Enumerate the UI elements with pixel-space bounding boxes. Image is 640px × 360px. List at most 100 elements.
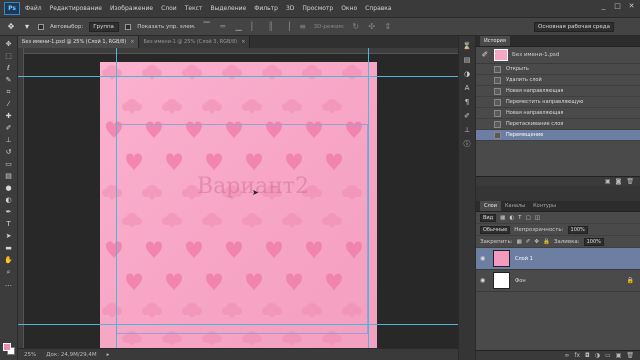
lock-paint-icon[interactable]: ✐: [526, 239, 531, 245]
fx-icon[interactable]: fx: [574, 351, 580, 360]
doc-tab-2[interactable]: Без имени-1 @ 25% (Слой 3, RGB/8) ×: [139, 36, 251, 48]
new-layer-icon[interactable]: ▣: [616, 351, 622, 360]
shape-tool-icon[interactable]: ▬: [4, 244, 14, 252]
eye-icon[interactable]: ◉: [480, 255, 488, 262]
fill-input[interactable]: 100%: [583, 237, 604, 246]
clone-stamp-tool-icon[interactable]: ⊥: [4, 136, 14, 144]
move-tool-icon[interactable]: ✥: [4, 40, 14, 48]
eraser-tool-icon[interactable]: ▭: [4, 160, 14, 168]
link-layers-icon[interactable]: ∞: [564, 351, 569, 360]
hand-tool-icon[interactable]: ✋: [4, 256, 14, 264]
menu-3d[interactable]: 3D: [286, 5, 294, 12]
menu-file[interactable]: Файл: [25, 5, 42, 12]
pen-tool-icon[interactable]: ✒: [4, 208, 14, 216]
opacity-input[interactable]: 100%: [567, 225, 588, 234]
minimize-icon[interactable]: _: [599, 2, 608, 11]
lock-pixels-icon[interactable]: ▦: [517, 239, 522, 245]
eyedropper-tool-icon[interactable]: ⁄: [4, 100, 14, 108]
type-tool-icon[interactable]: T: [4, 220, 14, 228]
show-controls-checkbox[interactable]: [125, 23, 132, 30]
menu-image[interactable]: Изображение: [110, 5, 153, 12]
path-select-tool-icon[interactable]: ➤: [4, 232, 14, 240]
zoom-tool-icon[interactable]: ⌕: [4, 268, 14, 276]
vertical-ruler[interactable]: [18, 48, 24, 348]
brush-panel-icon[interactable]: ✐: [462, 112, 472, 121]
mask-icon[interactable]: ◘: [585, 351, 590, 360]
tab-close-icon[interactable]: ×: [241, 39, 245, 45]
healing-tool-icon[interactable]: ✚: [4, 112, 14, 120]
menu-edit[interactable]: Редактирование: [50, 5, 102, 12]
align-right-icon[interactable]: ▕: [282, 22, 292, 32]
align-middle-icon[interactable]: ═: [218, 22, 228, 32]
history-step[interactable]: Новая направляющая: [476, 108, 640, 119]
lock-all-icon[interactable]: 🔒: [543, 239, 550, 245]
maximize-icon[interactable]: □: [613, 2, 622, 11]
lock-move-icon[interactable]: ✥: [534, 239, 539, 245]
tab-close-icon[interactable]: ×: [130, 39, 134, 45]
dodge-tool-icon[interactable]: ◐: [4, 196, 14, 204]
filter-shape-icon[interactable]: ▢: [526, 215, 531, 221]
blend-mode-dropdown[interactable]: Обычные: [480, 225, 511, 234]
group-icon[interactable]: ▭: [605, 351, 611, 360]
history-step[interactable]: Перетаскивание слоя: [476, 119, 640, 130]
trash-icon[interactable]: 🗑: [626, 177, 634, 186]
menu-help[interactable]: Справка: [365, 5, 391, 12]
layer-row-layer1[interactable]: ◉ Слой 1: [476, 248, 640, 270]
zoom-level[interactable]: 25%: [24, 352, 36, 358]
gradient-tool-icon[interactable]: ▤: [4, 172, 14, 180]
layer-row-background[interactable]: ◉ Фон 🔒: [476, 270, 640, 292]
workspace-switcher[interactable]: Основная рабочая среда: [534, 22, 614, 32]
history-step[interactable]: Открыть: [476, 64, 640, 75]
autoselect-checkbox[interactable]: [38, 23, 44, 30]
filter-smart-icon[interactable]: ◫: [535, 215, 540, 221]
move-tool-icon[interactable]: ✥: [6, 22, 16, 32]
adjustment-layer-icon[interactable]: ◑: [595, 351, 600, 360]
doc-tab-1[interactable]: Без имени-1.psd @ 25% (Слой 1, RGB/8) ×: [18, 36, 140, 48]
menu-filter[interactable]: Фильтр: [254, 5, 278, 12]
more-tools-icon[interactable]: …: [4, 280, 14, 288]
autoselect-dropdown[interactable]: Группа: [89, 21, 120, 32]
history-brush-tool-icon[interactable]: ↺: [4, 148, 14, 156]
crop-tool-icon[interactable]: ⌗: [4, 88, 14, 96]
pan-3d-icon[interactable]: ✣: [367, 22, 377, 32]
align-top-icon[interactable]: ▔: [202, 22, 212, 32]
menu-type[interactable]: Текст: [185, 5, 203, 12]
history-step[interactable]: Переместить направляющую: [476, 97, 640, 108]
close-icon[interactable]: ✕: [627, 2, 636, 11]
history-step-current[interactable]: Перемещение: [476, 130, 640, 141]
blur-tool-icon[interactable]: ●: [4, 184, 14, 192]
history-brush-source-icon[interactable]: ✐: [480, 50, 490, 60]
clone-source-panel-icon[interactable]: ⊥: [462, 126, 472, 135]
filter-pixel-icon[interactable]: ▦: [500, 215, 505, 221]
guide-horizontal[interactable]: [18, 324, 458, 325]
tab-history[interactable]: История: [480, 36, 510, 46]
camera-icon[interactable]: ◙: [616, 177, 622, 186]
history-step[interactable]: Новая направляющая: [476, 86, 640, 97]
trash-icon[interactable]: 🗑: [626, 351, 634, 360]
adjustments-panel-icon[interactable]: ◑: [462, 70, 472, 79]
new-doc-icon[interactable]: ▣: [605, 177, 611, 186]
status-menu-chevron-icon[interactable]: ▸: [107, 352, 110, 358]
paragraph-panel-icon[interactable]: ¶: [462, 98, 472, 107]
layer-filter-dropdown[interactable]: Вид: [480, 213, 497, 222]
tab-layers[interactable]: Слои: [480, 201, 501, 211]
tab-paths[interactable]: Контуры: [529, 201, 560, 211]
canvas-area[interactable]: Вариант2 ➤: [18, 48, 458, 348]
horizontal-ruler[interactable]: [18, 48, 458, 54]
history-step[interactable]: Удалить слой: [476, 75, 640, 86]
menu-view[interactable]: Просмотр: [302, 5, 333, 12]
filter-type-icon[interactable]: T: [518, 215, 521, 221]
transform-selection[interactable]: [116, 124, 368, 334]
brush-tool-icon[interactable]: ✐: [4, 124, 14, 132]
character-panel-icon[interactable]: A: [462, 84, 472, 93]
menu-window[interactable]: Окно: [341, 5, 357, 12]
info-panel-icon[interactable]: ⓘ: [462, 140, 472, 149]
properties-panel-icon[interactable]: ▤: [462, 56, 472, 65]
rotate-3d-icon[interactable]: ↻: [351, 22, 361, 32]
align-bottom-icon[interactable]: ▁: [234, 22, 244, 32]
eye-icon[interactable]: ◉: [480, 277, 488, 284]
menu-layers[interactable]: Слои: [161, 5, 177, 12]
filter-adjust-icon[interactable]: ◐: [509, 215, 514, 221]
tab-channels[interactable]: Каналы: [501, 201, 529, 211]
menu-select[interactable]: Выделение: [210, 5, 246, 12]
